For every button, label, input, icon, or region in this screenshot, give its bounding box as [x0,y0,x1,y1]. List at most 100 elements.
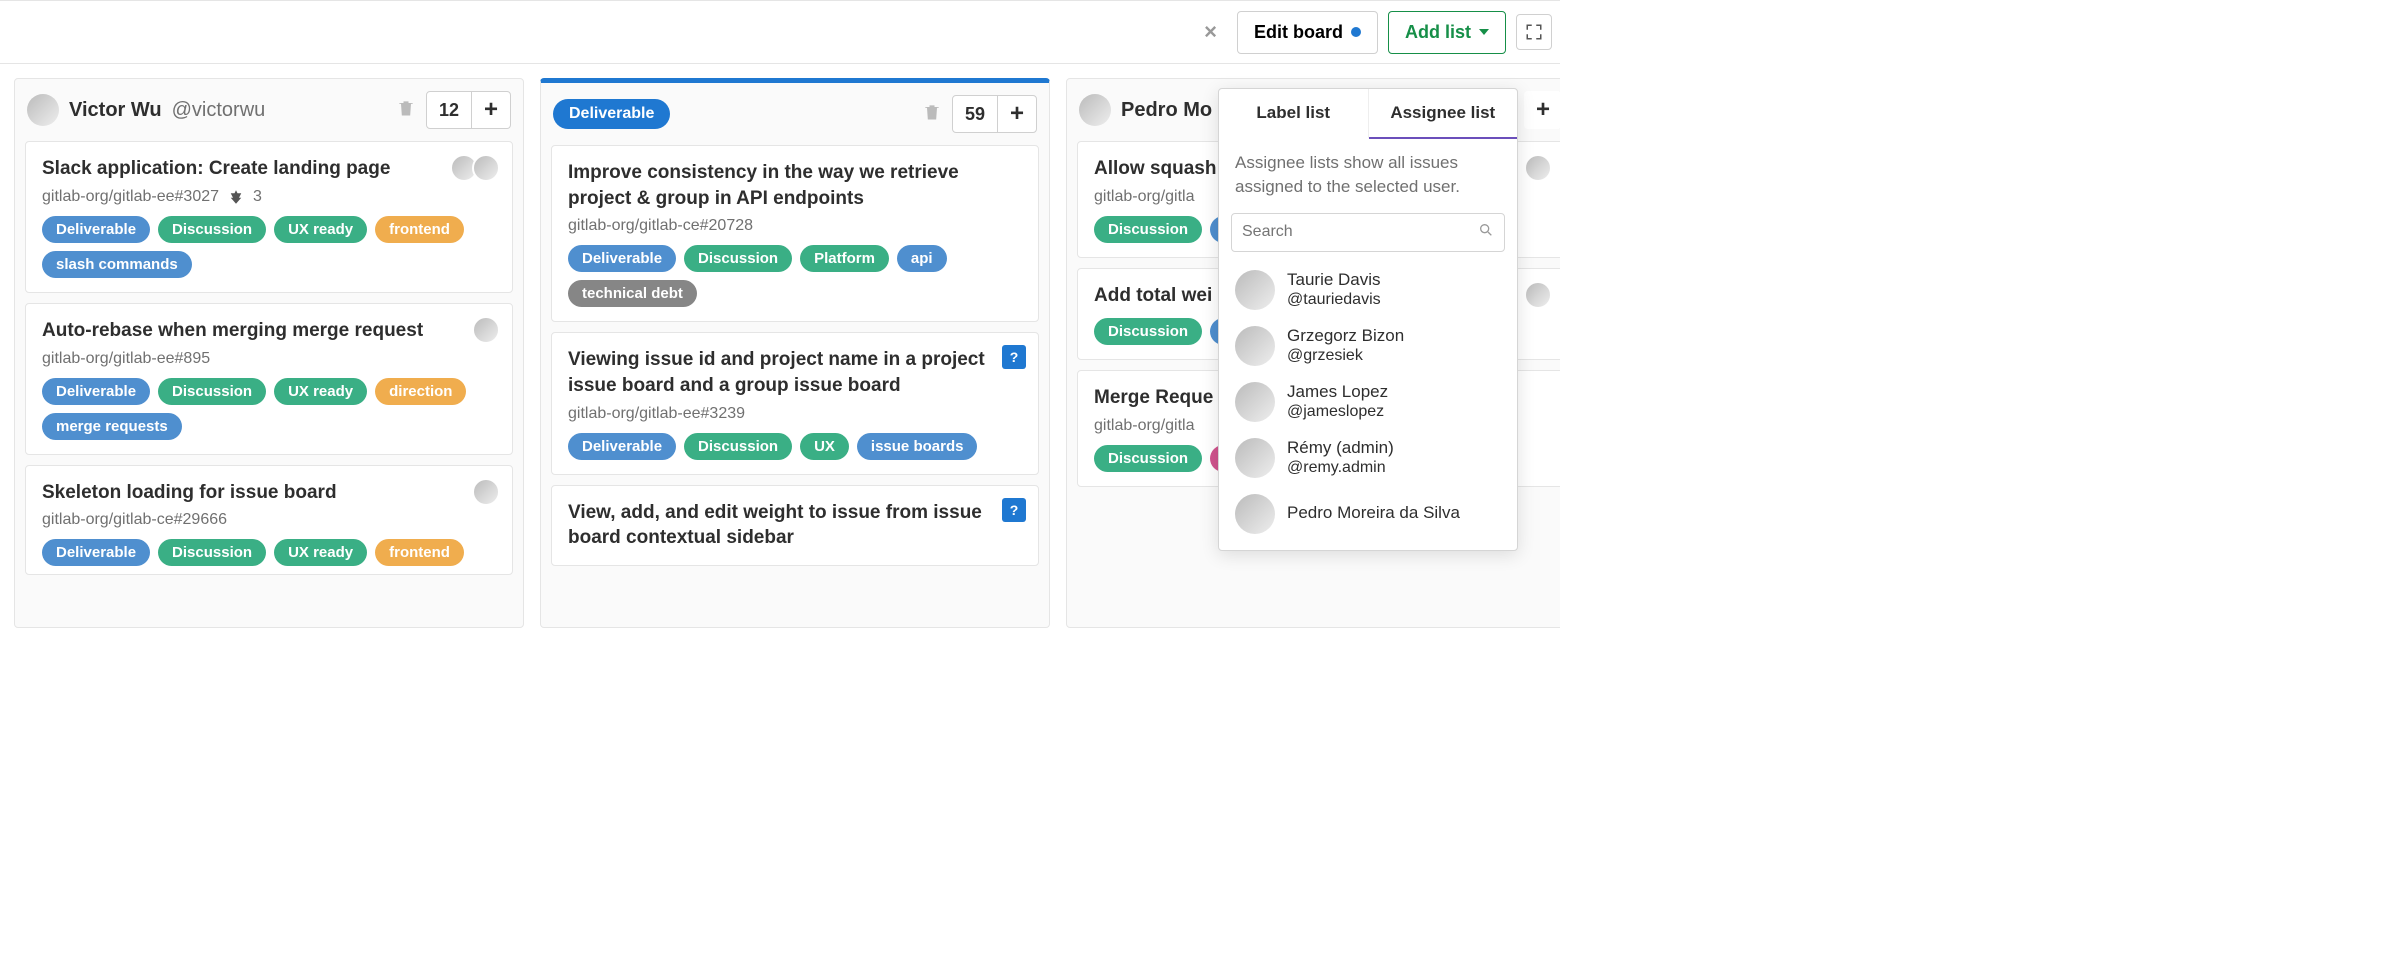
avatar [1524,154,1552,182]
label[interactable]: UX ready [274,539,367,566]
label[interactable]: Discussion [684,245,792,272]
avatar [1235,382,1275,422]
assignee-option[interactable]: Grzegorz Bizon @grzesiek [1227,318,1509,374]
list-cards: Slack application: Create landing page g… [15,141,523,595]
confidential-icon: ? [1002,498,1026,522]
avatar [1079,94,1111,126]
label[interactable]: issue boards [857,433,978,460]
add-list-dropdown: Label list Assignee list Assignee lists … [1218,88,1518,551]
label[interactable]: merge requests [42,413,182,440]
avatar [1235,438,1275,478]
chevron-down-icon [1479,29,1489,35]
list-count-box: + [1524,91,1560,129]
issue-card[interactable]: ? Viewing issue id and project name in a… [551,332,1039,474]
list-count: 59 [953,96,997,132]
trash-icon[interactable] [922,101,942,128]
add-list-button[interactable]: Add list [1388,11,1506,54]
assignee-option[interactable]: James Lopez @jameslopez [1227,374,1509,430]
user-name: Taurie Davis [1287,270,1381,290]
card-assignees [1530,281,1552,309]
avatar [1235,494,1275,534]
list-label-pill: Deliverable [553,99,670,129]
list-count-box: 59 + [952,95,1037,133]
label[interactable]: slash commands [42,251,192,278]
issue-card[interactable]: Auto-rebase when merging merge request g… [25,303,513,455]
card-labels: Deliverable Discussion Platform api tech… [568,245,1022,307]
label[interactable]: Discussion [1094,445,1202,472]
label[interactable]: Discussion [158,216,266,243]
avatar [472,316,500,344]
card-labels: Deliverable Discussion UX issue boards [568,433,1022,460]
label[interactable]: UX ready [274,216,367,243]
label[interactable]: frontend [375,216,464,243]
card-ref: gitlab-org/gitlab-ce#20728 [568,217,1022,235]
label[interactable]: Discussion [1094,318,1202,345]
label[interactable]: Discussion [158,378,266,405]
label[interactable]: Deliverable [42,539,150,566]
trash-icon[interactable] [396,97,416,124]
fullscreen-button[interactable] [1516,14,1552,50]
card-weight: 3 [253,188,262,206]
dropdown-description: Assignee lists show all issues assigned … [1219,139,1517,207]
label[interactable]: Discussion [1094,216,1202,243]
list-cards: Improve consistency in the way we retrie… [541,145,1049,586]
list-title: Victor Wu [69,99,162,122]
user-name: James Lopez [1287,382,1388,402]
card-title: Slack application: Create landing page [42,156,462,182]
card-title: Auto-rebase when merging merge request [42,318,462,344]
user-name: Pedro Moreira da Silva [1287,503,1460,523]
assignee-option[interactable]: Pedro Moreira da Silva [1227,486,1509,542]
label[interactable]: direction [375,378,466,405]
close-icon[interactable]: × [1194,13,1227,51]
avatar [27,94,59,126]
issue-card[interactable]: Improve consistency in the way we retrie… [551,145,1039,322]
user-handle: @grzesiek [1287,347,1404,365]
user-handle: @remy.admin [1287,459,1394,477]
add-card-button[interactable]: + [1524,91,1560,129]
card-labels: Deliverable Discussion UX ready frontend… [42,216,496,278]
edit-board-button[interactable]: Edit board [1237,11,1378,54]
assignee-option[interactable]: Taurie Davis @tauriedavis [1227,262,1509,318]
label[interactable]: Platform [800,245,889,272]
label[interactable]: Discussion [684,433,792,460]
card-ref: gitlab-org/gitlab-ee#3027 3 [42,188,496,206]
label[interactable]: UX ready [274,378,367,405]
list-count-box: 12 + [426,91,511,129]
board-topbar: × Edit board Add list [0,0,1560,64]
user-name: Grzegorz Bizon [1287,326,1404,346]
card-ref: gitlab-org/gitlab-ee#895 [42,350,496,368]
card-assignees [478,316,500,344]
tab-label-list[interactable]: Label list [1219,89,1369,139]
label[interactable]: technical debt [568,280,697,307]
tab-assignee-list[interactable]: Assignee list [1369,89,1518,139]
label[interactable]: Deliverable [42,378,150,405]
assignee-option[interactable]: Rémy (admin) @remy.admin [1227,430,1509,486]
label[interactable]: Deliverable [568,433,676,460]
issue-card[interactable]: Slack application: Create landing page g… [25,141,513,293]
card-ref: gitlab-org/gitlab-ce#29666 [42,511,496,529]
assignee-search-input[interactable] [1242,223,1478,241]
add-card-button[interactable]: + [997,96,1036,132]
add-card-button[interactable]: + [471,92,510,128]
label[interactable]: Deliverable [568,245,676,272]
issue-card[interactable]: Skeleton loading for issue board gitlab-… [25,465,513,576]
card-assignees [478,478,500,506]
assignee-search[interactable] [1231,213,1505,252]
label[interactable]: Deliverable [42,216,150,243]
card-ref: gitlab-org/gitlab-ee#3239 [568,405,1022,423]
label[interactable]: api [897,245,947,272]
list-header: Deliverable 59 + [541,83,1049,145]
avatar [1235,270,1275,310]
avatar [472,478,500,506]
label[interactable]: Discussion [158,539,266,566]
user-handle: @jameslopez [1287,403,1388,421]
issue-card[interactable]: ? View, add, and edit weight to issue fr… [551,485,1039,566]
card-labels: Deliverable Discussion UX ready directio… [42,378,496,440]
user-name: Rémy (admin) [1287,438,1394,458]
label[interactable]: frontend [375,539,464,566]
label[interactable]: UX [800,433,849,460]
avatar [1235,326,1275,366]
weight-icon [227,188,245,206]
card-assignees [1530,154,1552,182]
card-title: Skeleton loading for issue board [42,480,462,506]
